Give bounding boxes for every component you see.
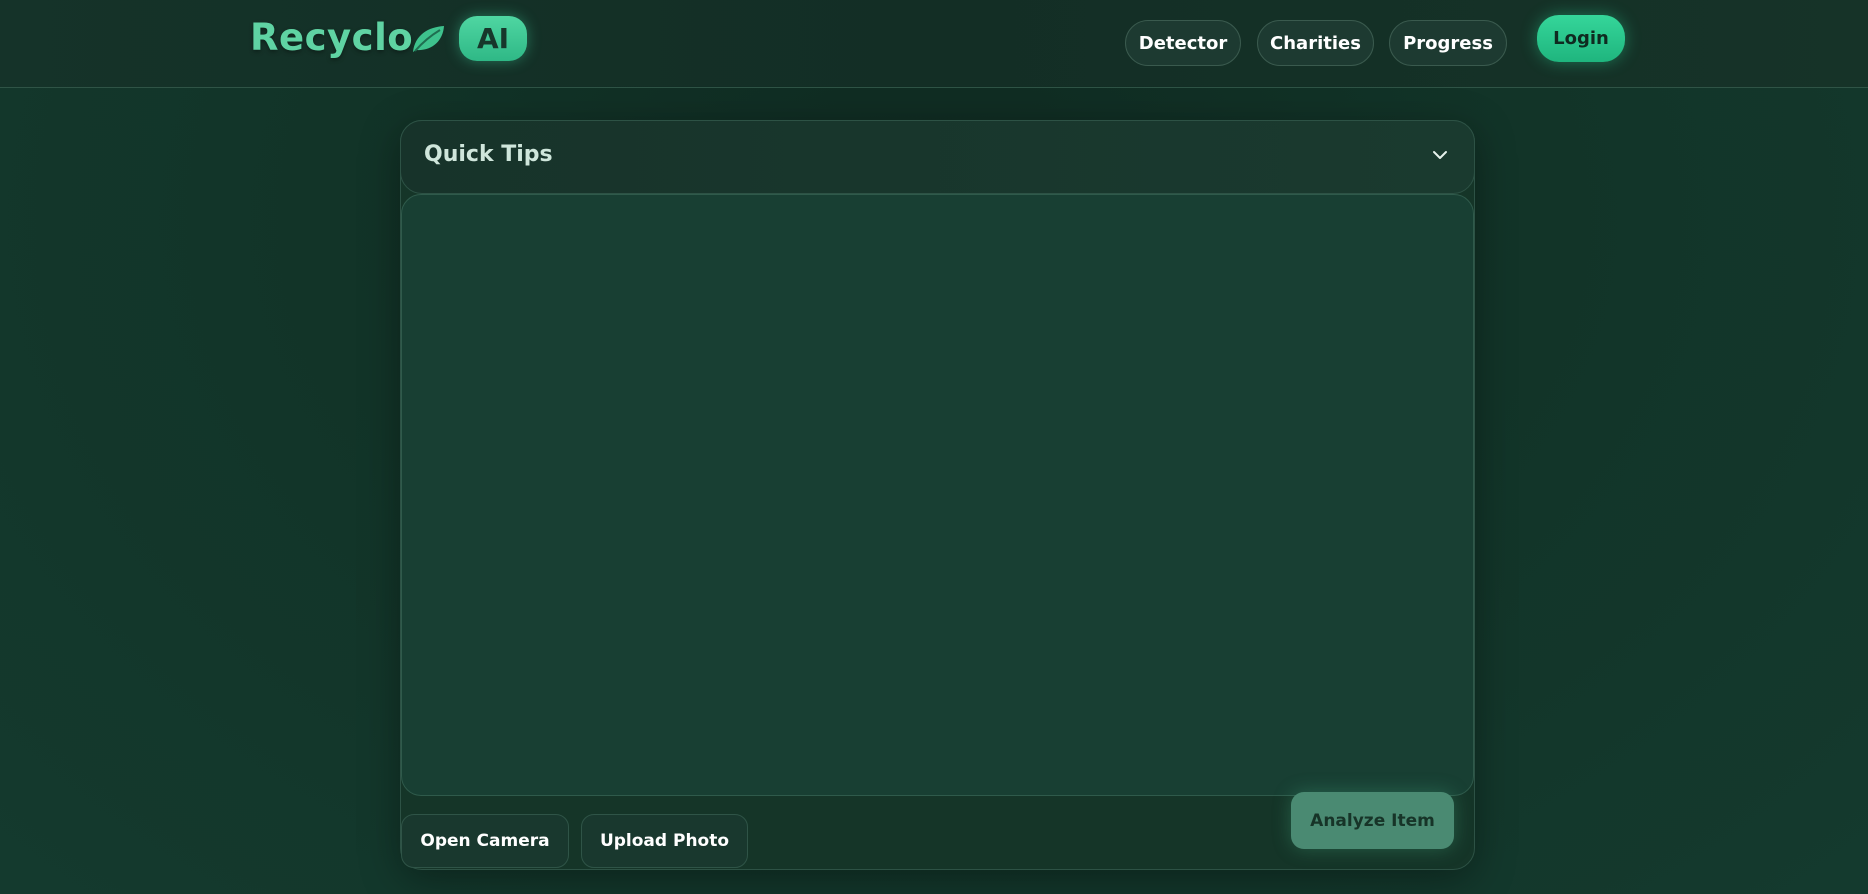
quick-tips-accordion[interactable]: Quick Tips	[400, 120, 1475, 194]
upload-photo-button[interactable]: Upload Photo	[581, 814, 748, 868]
logo-text[interactable]: Recyclo	[250, 16, 413, 59]
top-header: Recyclo AI Detector Charities Progress L…	[0, 0, 1868, 88]
camera-preview-area[interactable]	[401, 194, 1474, 796]
ai-badge: AI	[459, 16, 527, 61]
analyze-item-button[interactable]: Analyze Item	[1291, 792, 1454, 849]
nav-detector[interactable]: Detector	[1125, 20, 1241, 66]
leaf-icon	[413, 26, 444, 52]
login-button[interactable]: Login	[1537, 15, 1625, 62]
chevron-down-icon[interactable]	[1432, 149, 1448, 161]
nav-progress[interactable]: Progress	[1389, 20, 1507, 66]
quick-tips-title: Quick Tips	[424, 142, 553, 167]
nav-charities[interactable]: Charities	[1257, 20, 1374, 66]
open-camera-button[interactable]: Open Camera	[401, 814, 569, 868]
